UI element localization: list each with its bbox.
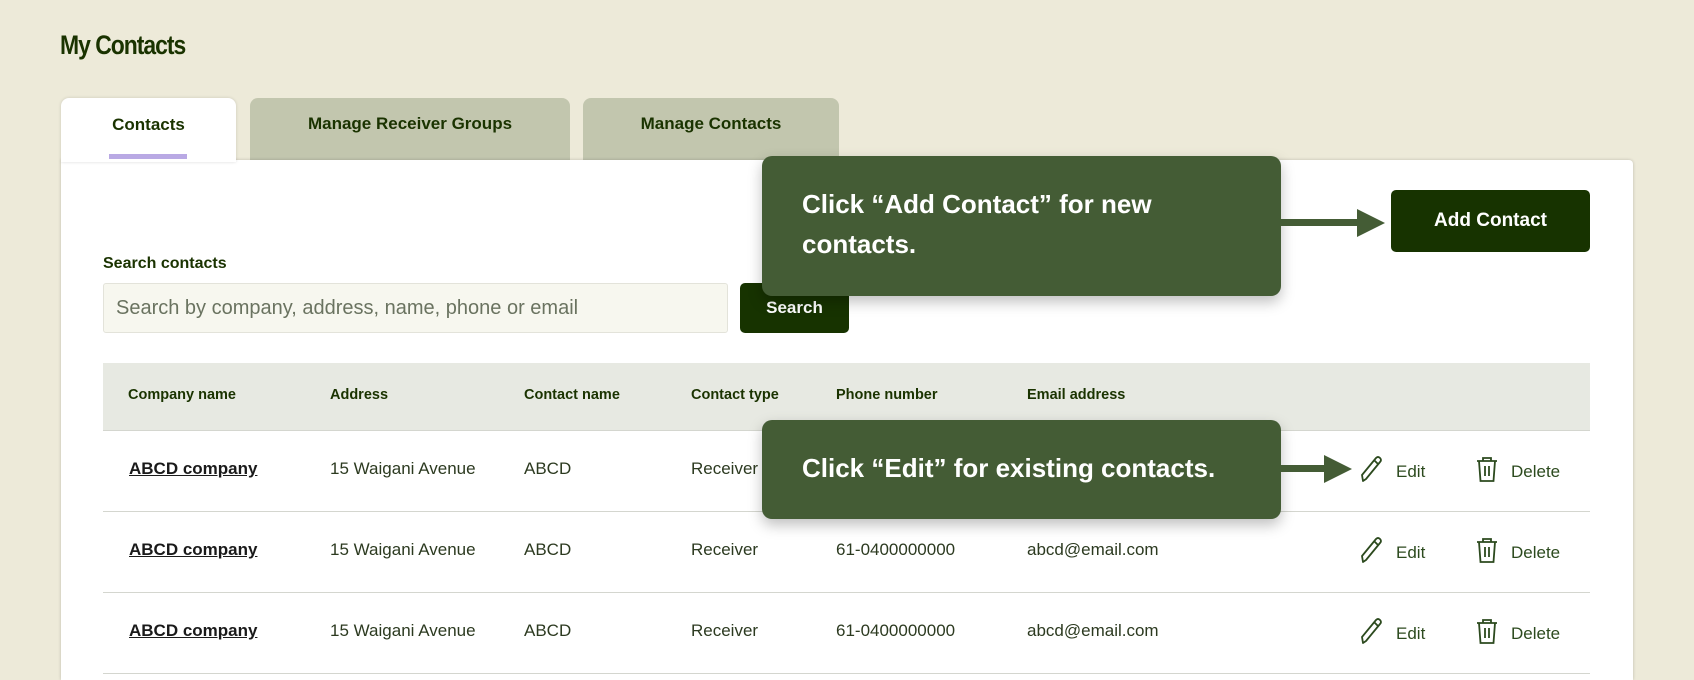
header-contact-type[interactable]: Contact type (691, 387, 779, 403)
search-label: Search contacts (103, 255, 227, 272)
edit-button[interactable]: Edit (1358, 455, 1425, 488)
header-contact-name[interactable]: Contact name (524, 387, 620, 403)
edit-button[interactable]: Edit (1358, 617, 1425, 650)
table-row: ABCD company 15 Waigani Avenue ABCD Rece… (103, 512, 1590, 593)
pencil-icon (1358, 536, 1384, 569)
header-company[interactable]: Company name (128, 387, 236, 403)
search-input[interactable] (103, 283, 728, 333)
header-email[interactable]: Email address (1027, 387, 1125, 403)
trash-icon (1475, 617, 1499, 650)
table-row: ABCD company 15 Waigani Avenue ABCD Rece… (103, 593, 1590, 674)
arrow-right-icon (1281, 455, 1352, 483)
company-link[interactable]: ABCD company (129, 459, 257, 479)
delete-button[interactable]: Delete (1475, 536, 1560, 569)
contact-name-cell: ABCD (524, 540, 572, 559)
edit-label: Edit (1396, 542, 1426, 562)
delete-button[interactable]: Delete (1475, 455, 1560, 488)
edit-button[interactable]: Edit (1358, 536, 1425, 569)
delete-label: Delete (1511, 542, 1561, 562)
header-phone[interactable]: Phone number (836, 387, 938, 403)
pencil-icon (1358, 617, 1384, 650)
contact-name-cell: ABCD (524, 459, 572, 478)
delete-label: Delete (1511, 461, 1561, 481)
tab-manage-receiver-groups[interactable]: Manage Receiver Groups (250, 98, 570, 160)
company-link[interactable]: ABCD company (129, 540, 257, 560)
address-cell: 15 Waigani Avenue (330, 621, 476, 640)
callout-add-contact: Click “Add Contact” for new contacts. (762, 156, 1281, 296)
delete-label: Delete (1511, 623, 1561, 643)
active-tab-indicator (109, 154, 187, 159)
callout-edit-contact: Click “Edit” for existing contacts. (762, 420, 1281, 519)
phone-cell: 61-0400000000 (836, 540, 956, 559)
email-cell: abcd@email.com (1027, 621, 1159, 640)
edit-label: Edit (1396, 461, 1426, 481)
contact-type-cell: Receiver (691, 540, 759, 559)
contact-type-cell: Receiver (691, 621, 759, 640)
contact-type-cell: Receiver (691, 459, 759, 478)
arrow-right-icon (1281, 209, 1385, 237)
page-title: My Contacts (60, 30, 186, 60)
email-cell: abcd@email.com (1027, 540, 1159, 559)
tab-contacts[interactable]: Contacts (61, 98, 236, 162)
tab-manage-contacts[interactable]: Manage Contacts (583, 98, 839, 160)
contact-name-cell: ABCD (524, 621, 572, 640)
header-address[interactable]: Address (330, 387, 388, 403)
trash-icon (1475, 455, 1499, 488)
phone-cell: 61-0400000000 (836, 621, 956, 640)
add-contact-button[interactable]: Add Contact (1391, 190, 1590, 252)
pencil-icon (1358, 455, 1384, 488)
company-link[interactable]: ABCD company (129, 621, 257, 641)
delete-button[interactable]: Delete (1475, 617, 1560, 650)
trash-icon (1475, 536, 1499, 569)
edit-label: Edit (1396, 623, 1426, 643)
address-cell: 15 Waigani Avenue (330, 459, 476, 478)
address-cell: 15 Waigani Avenue (330, 540, 476, 559)
